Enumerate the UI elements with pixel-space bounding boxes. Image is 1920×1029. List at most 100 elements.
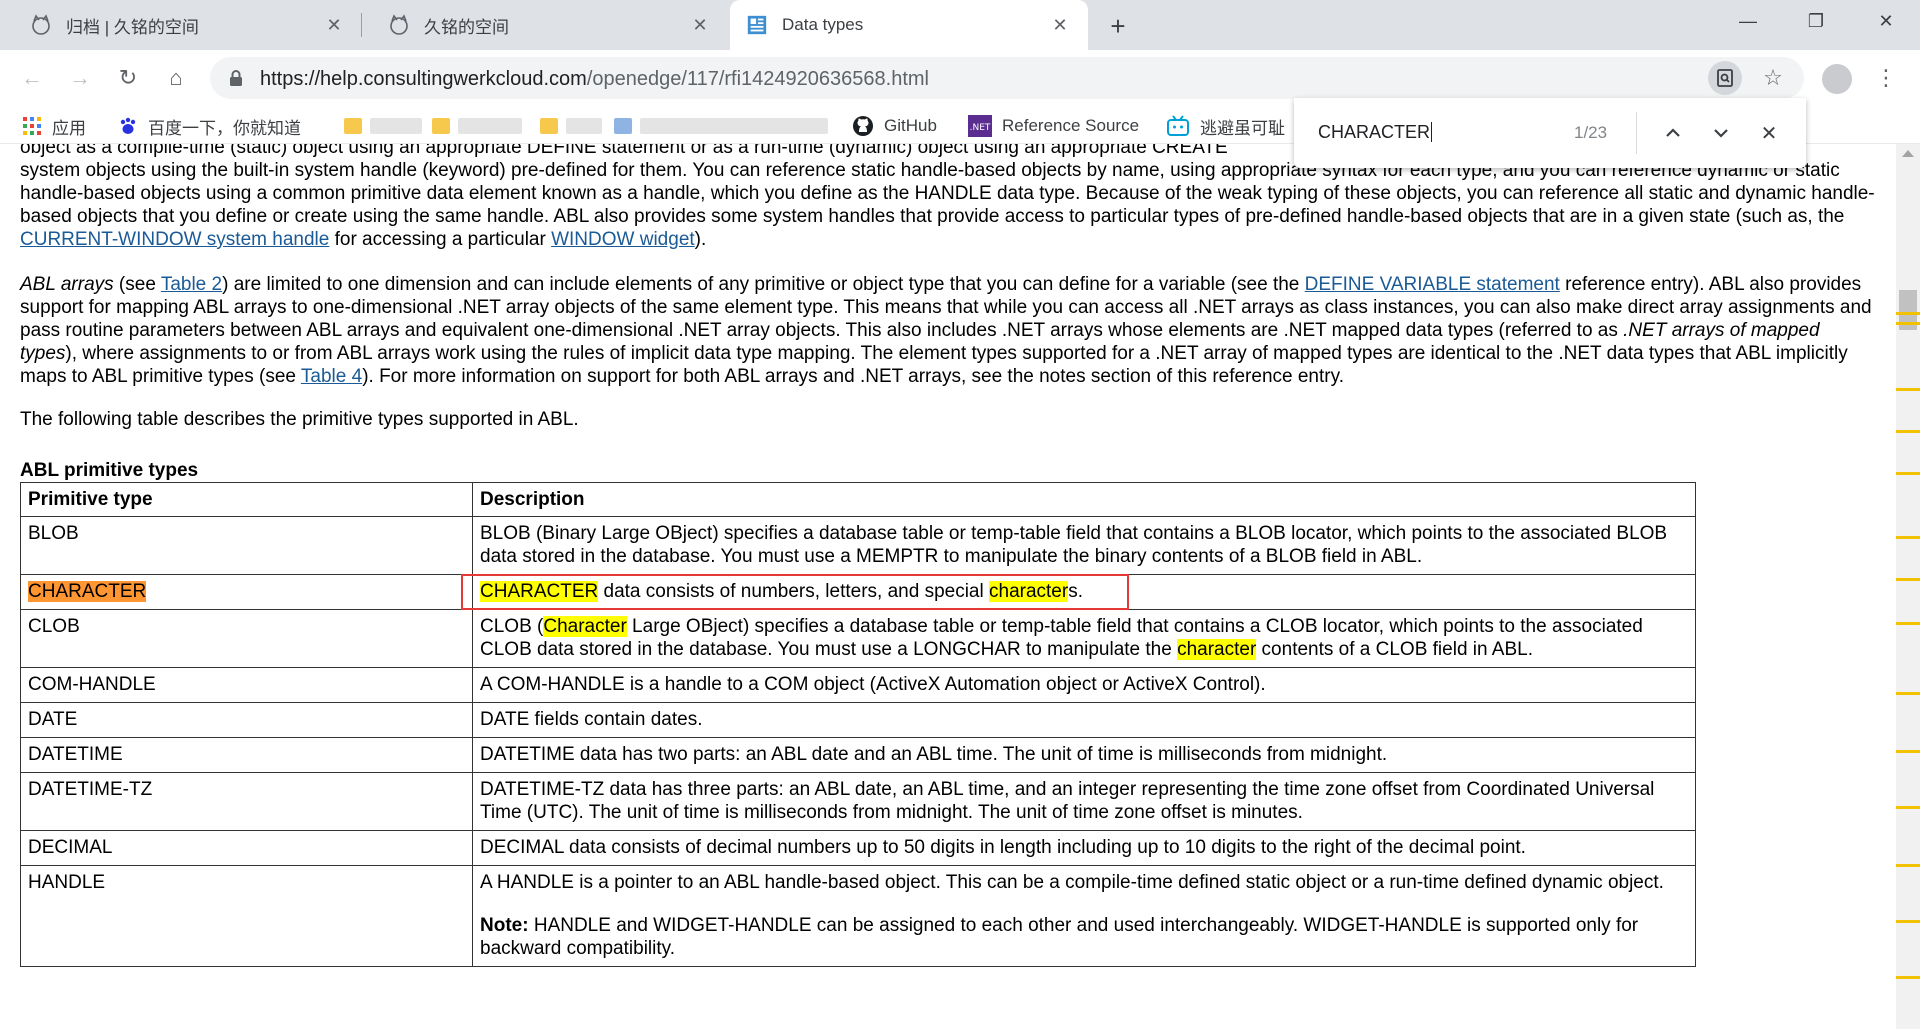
link-table-2[interactable]: Table 2 <box>161 274 222 295</box>
tab-title: 归档 | 久铭的空间 <box>66 17 199 37</box>
bookmark-apps[interactable]: 应用 <box>22 114 86 138</box>
scroll-up-arrow-icon[interactable] <box>1902 150 1914 157</box>
text: ). <box>694 229 707 250</box>
bookmark-blurred-2[interactable] <box>432 114 522 138</box>
find-match-marker <box>1896 920 1920 923</box>
type-cell: CHARACTER <box>20 574 473 610</box>
tab-title: Data types <box>782 15 864 34</box>
address-bar[interactable]: https://help.consultingwerkcloud.com/ope… <box>210 57 1804 99</box>
folder-icon <box>344 118 362 134</box>
bookmark-blurred-3[interactable] <box>540 114 602 138</box>
find-input[interactable]: CHARACTER <box>1318 122 1432 143</box>
bookmark-label: 百度一下，你就知道 <box>148 118 301 138</box>
forward-button[interactable]: → <box>62 60 98 96</box>
find-match-marker <box>1896 806 1920 809</box>
window-close-button[interactable]: ✕ <box>1858 0 1914 42</box>
bookmark-star-icon[interactable]: ☆ <box>1758 63 1788 93</box>
find-bar: CHARACTER 1/23 ✕ <box>1294 98 1806 168</box>
redacted-label <box>660 118 828 134</box>
bookmark-baidu[interactable]: 百度一下，你就知道 <box>118 114 301 138</box>
folder-icon <box>614 118 632 134</box>
type-cell: DATETIME-TZ <box>20 772 473 831</box>
type-cell: BLOB <box>20 516 473 575</box>
menu-icon[interactable]: ⋮ <box>1874 62 1898 94</box>
note: Note: HANDLE and WIDGET-HANDLE can be as… <box>480 914 1688 960</box>
find-in-page-icon[interactable] <box>1708 61 1742 95</box>
bookmark-blurred-1[interactable] <box>344 114 422 138</box>
link-current-window[interactable]: CURRENT-WINDOW system handle <box>20 229 329 250</box>
bilibili-icon <box>1166 115 1190 137</box>
profile-avatar-icon[interactable] <box>1822 64 1852 94</box>
tab-data-types[interactable]: Data types ✕ <box>730 0 1088 50</box>
find-close-button[interactable]: ✕ <box>1754 118 1784 148</box>
bookmark-blurred-5[interactable] <box>660 114 828 138</box>
dotnet-icon: .NET <box>968 115 992 137</box>
tab-close-icon[interactable]: ✕ <box>322 13 346 37</box>
chevron-up-icon <box>1666 128 1680 137</box>
text: contents of a CLOB field in ABL. <box>1256 639 1533 660</box>
find-next-button[interactable] <box>1706 118 1736 148</box>
description-cell: DATETIME-TZ data has three parts: an ABL… <box>472 772 1696 831</box>
svg-text:.NET: .NET <box>970 123 991 133</box>
bookmark-reference-source[interactable]: .NET Reference Source <box>968 114 1139 138</box>
chevron-down-icon <box>1714 129 1728 138</box>
reload-button[interactable]: ↻ <box>110 60 146 96</box>
find-match: character <box>1177 639 1257 660</box>
new-tab-button[interactable]: + <box>1104 11 1132 41</box>
description-cell: A HANDLE is a pointer to an ABL handle-b… <box>472 865 1696 967</box>
find-match-marker <box>1896 622 1920 625</box>
doc-page-icon <box>746 14 768 36</box>
description-cell: A COM-HANDLE is a handle to a COM object… <box>472 667 1696 703</box>
github-icon <box>852 115 874 137</box>
note-label: Note: <box>480 915 529 936</box>
find-match-marker <box>1896 430 1920 433</box>
redacted-label <box>566 118 602 134</box>
page-content: object as a compile-time (static) object… <box>0 144 1896 1029</box>
cat-avatar-icon <box>388 14 410 36</box>
description-cell: DATETIME data has two parts: an ABL date… <box>472 737 1696 773</box>
cat-avatar-icon <box>30 14 52 36</box>
description-cell: DECIMAL data consists of decimal numbers… <box>472 830 1696 866</box>
url-path: /openedge/117/rfi1424920636568.html <box>586 68 929 90</box>
tab-strip: 归档 | 久铭的空间 ✕ 久铭的空间 ✕ Data types ✕ + — ❐ … <box>0 0 1920 50</box>
description-cell: DATE fields contain dates. <box>472 702 1696 738</box>
find-current-match: CHARACTER <box>28 581 147 602</box>
link-table-4[interactable]: Table 4 <box>301 366 362 387</box>
tab-archive[interactable]: 归档 | 久铭的空间 ✕ <box>0 0 362 50</box>
text: for accessing a particular <box>329 229 552 250</box>
paragraph-table-intro: The following table describes the primit… <box>20 409 579 430</box>
lock-icon <box>226 68 246 88</box>
find-previous-button[interactable] <box>1658 118 1688 148</box>
find-match-marker <box>1896 322 1920 325</box>
back-button[interactable]: ← <box>14 60 50 96</box>
tab-close-icon[interactable]: ✕ <box>688 13 712 37</box>
find-match-marker <box>1896 472 1920 475</box>
maximize-button[interactable]: ❐ <box>1788 0 1844 42</box>
column-header: Primitive type <box>20 482 473 517</box>
folder-icon <box>540 118 558 134</box>
find-match-marker <box>1896 976 1920 979</box>
table-caption: ABL primitive types <box>20 460 199 481</box>
text: CLOB ( <box>480 616 544 637</box>
bookmark-github[interactable]: GitHub <box>852 114 937 138</box>
home-button[interactable]: ⌂ <box>158 60 194 96</box>
text: ). For more information on support for b… <box>362 366 1344 387</box>
table-row: HANDLE A HANDLE is a pointer to an ABL h… <box>20 865 1696 967</box>
page-scrollbar[interactable] <box>1896 144 1920 1029</box>
type-cell: CLOB <box>20 609 473 668</box>
type-cell: COM-HANDLE <box>20 667 473 703</box>
paragraph-handles: system objects using the built-in system… <box>20 159 1880 251</box>
find-divider <box>1636 112 1637 154</box>
redacted-label <box>458 118 522 134</box>
apps-grid-icon <box>22 116 42 136</box>
tab-close-icon[interactable]: ✕ <box>1048 13 1072 37</box>
minimize-button[interactable]: — <box>1720 0 1776 42</box>
link-window-widget[interactable]: WINDOW widget <box>551 229 695 250</box>
tab-home[interactable]: 久铭的空间 ✕ <box>362 0 728 50</box>
find-match-marker <box>1896 864 1920 867</box>
bookmark-bilibili[interactable]: 逃避虽可耻 <box>1166 114 1285 138</box>
table-row: CLOB CLOB (Character Large OBject) speci… <box>20 609 1696 668</box>
link-define-variable[interactable]: DEFINE VARIABLE statement <box>1305 274 1560 295</box>
description-cell: BLOB (Binary Large OBject) specifies a d… <box>472 516 1696 575</box>
find-match-marker <box>1896 388 1920 391</box>
